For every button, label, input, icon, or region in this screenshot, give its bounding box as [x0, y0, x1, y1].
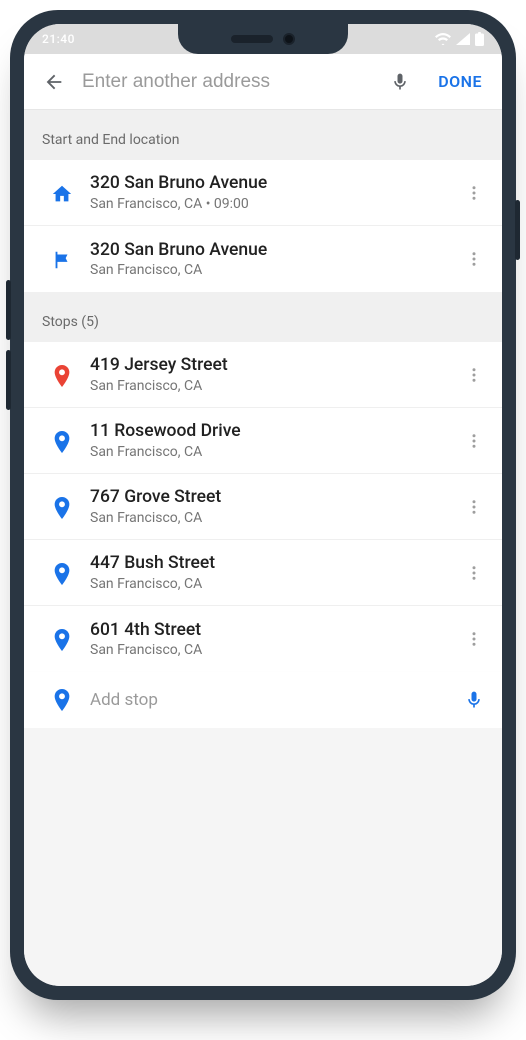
pin-icon [42, 625, 82, 653]
stop-row[interactable]: 419 Jersey Street San Francisco, CA [24, 342, 502, 408]
row-sub: San Francisco, CA [90, 262, 456, 278]
row-overflow-button[interactable] [456, 630, 492, 648]
row-sub: San Francisco, CA [90, 378, 456, 394]
row-sub: San Francisco, CA [90, 576, 456, 592]
row-title: 447 Bush Street [90, 553, 456, 575]
home-icon [42, 181, 82, 205]
stop-row[interactable]: 447 Bush Street San Francisco, CA [24, 540, 502, 606]
stops-list: 419 Jersey Street San Francisco, CA 11 R… [24, 342, 502, 672]
pin-icon [42, 493, 82, 521]
row-overflow-button[interactable] [456, 498, 492, 516]
stop-row[interactable]: 11 Rosewood Drive San Francisco, CA [24, 408, 502, 474]
more-vert-icon [465, 366, 483, 384]
status-time: 21:40 [42, 32, 75, 46]
row-overflow-button[interactable] [456, 366, 492, 384]
section-header-stops: Stops (5) [24, 292, 502, 342]
notch [178, 24, 348, 54]
mic-icon [464, 690, 484, 710]
pin-icon [42, 427, 82, 455]
more-vert-icon [465, 432, 483, 450]
voice-search-button[interactable] [380, 62, 420, 102]
mic-icon [390, 72, 410, 92]
start-location-row[interactable]: 320 San Bruno Avenue San Francisco, CA •… [24, 160, 502, 226]
start-end-list: 320 San Bruno Avenue San Francisco, CA •… [24, 160, 502, 292]
row-sub: San Francisco, CA [90, 642, 456, 658]
stop-row[interactable]: 767 Grove Street San Francisco, CA [24, 474, 502, 540]
add-stop-row[interactable]: Add stop [24, 672, 502, 728]
voice-add-button[interactable] [456, 690, 492, 710]
row-sub: San Francisco, CA • 09:00 [90, 196, 456, 212]
pin-icon [42, 687, 82, 713]
more-vert-icon [465, 250, 483, 268]
row-title: 601 4th Street [90, 620, 456, 642]
empty-area [24, 728, 502, 986]
flag-icon [42, 247, 82, 271]
row-title: 767 Grove Street [90, 487, 456, 509]
more-vert-icon [465, 184, 483, 202]
row-overflow-button[interactable] [456, 250, 492, 268]
row-sub: San Francisco, CA [90, 444, 456, 460]
row-overflow-button[interactable] [456, 564, 492, 582]
back-button[interactable] [34, 62, 74, 102]
row-title: 419 Jersey Street [90, 355, 456, 377]
row-title: 320 San Bruno Avenue [90, 240, 456, 262]
pin-icon [42, 361, 82, 389]
status-icons [435, 32, 484, 46]
row-overflow-button[interactable] [456, 432, 492, 450]
row-overflow-button[interactable] [456, 184, 492, 202]
pin-icon [42, 559, 82, 587]
search-row: DONE [24, 54, 502, 110]
more-vert-icon [465, 564, 483, 582]
row-title: 320 San Bruno Avenue [90, 173, 456, 195]
done-button[interactable]: DONE [428, 72, 492, 91]
address-search-input[interactable] [82, 71, 372, 93]
add-stop-placeholder: Add stop [82, 690, 456, 710]
end-location-row[interactable]: 320 San Bruno Avenue San Francisco, CA [24, 226, 502, 292]
more-vert-icon [465, 498, 483, 516]
arrow-left-icon [43, 71, 65, 93]
row-sub: San Francisco, CA [90, 510, 456, 526]
screen: 21:40 DONE Start and End location [24, 24, 502, 986]
phone-frame: 21:40 DONE Start and End location [10, 10, 516, 1000]
more-vert-icon [465, 630, 483, 648]
row-title: 11 Rosewood Drive [90, 421, 456, 443]
section-header-start-end: Start and End location [24, 110, 502, 160]
stop-row[interactable]: 601 4th Street San Francisco, CA [24, 606, 502, 672]
